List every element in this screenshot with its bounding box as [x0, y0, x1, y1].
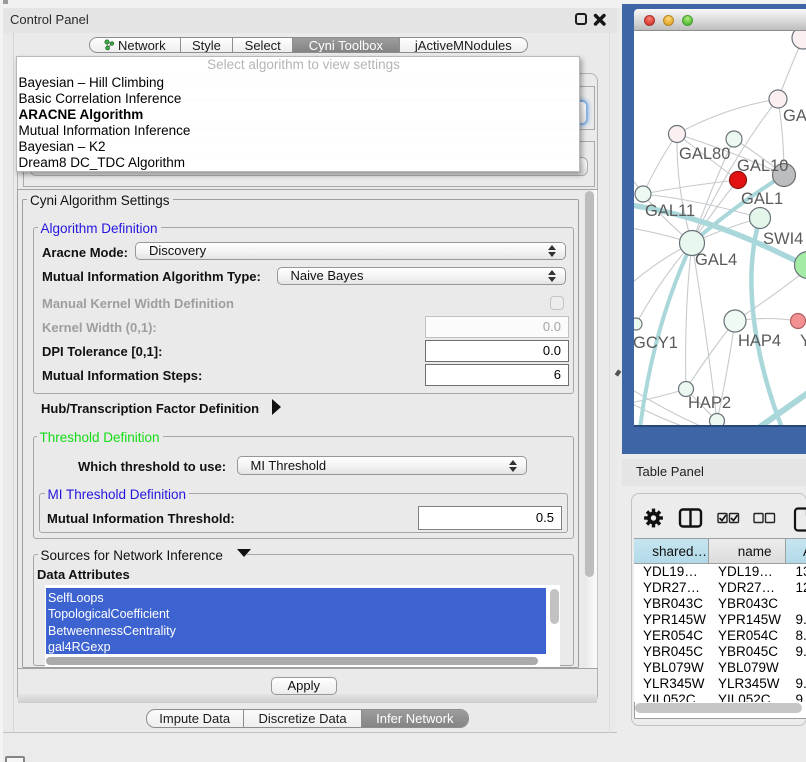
svg-text:GCY1: GCY1	[634, 334, 678, 352]
svg-text:GAL80: GAL80	[679, 145, 730, 163]
svg-text:YP: YP	[800, 332, 806, 350]
svg-text:HAP2: HAP2	[688, 394, 731, 412]
svg-text:GAL10: GAL10	[737, 157, 788, 175]
svg-text:GAL1: GAL1	[741, 190, 783, 208]
svg-text:GAL2: GAL2	[783, 107, 806, 125]
svg-text:HAP4: HAP4	[738, 332, 781, 350]
svg-text:SWI4: SWI4	[763, 230, 803, 248]
svg-text:GAL11: GAL11	[645, 202, 695, 220]
svg-text:GAL4: GAL4	[695, 251, 737, 269]
